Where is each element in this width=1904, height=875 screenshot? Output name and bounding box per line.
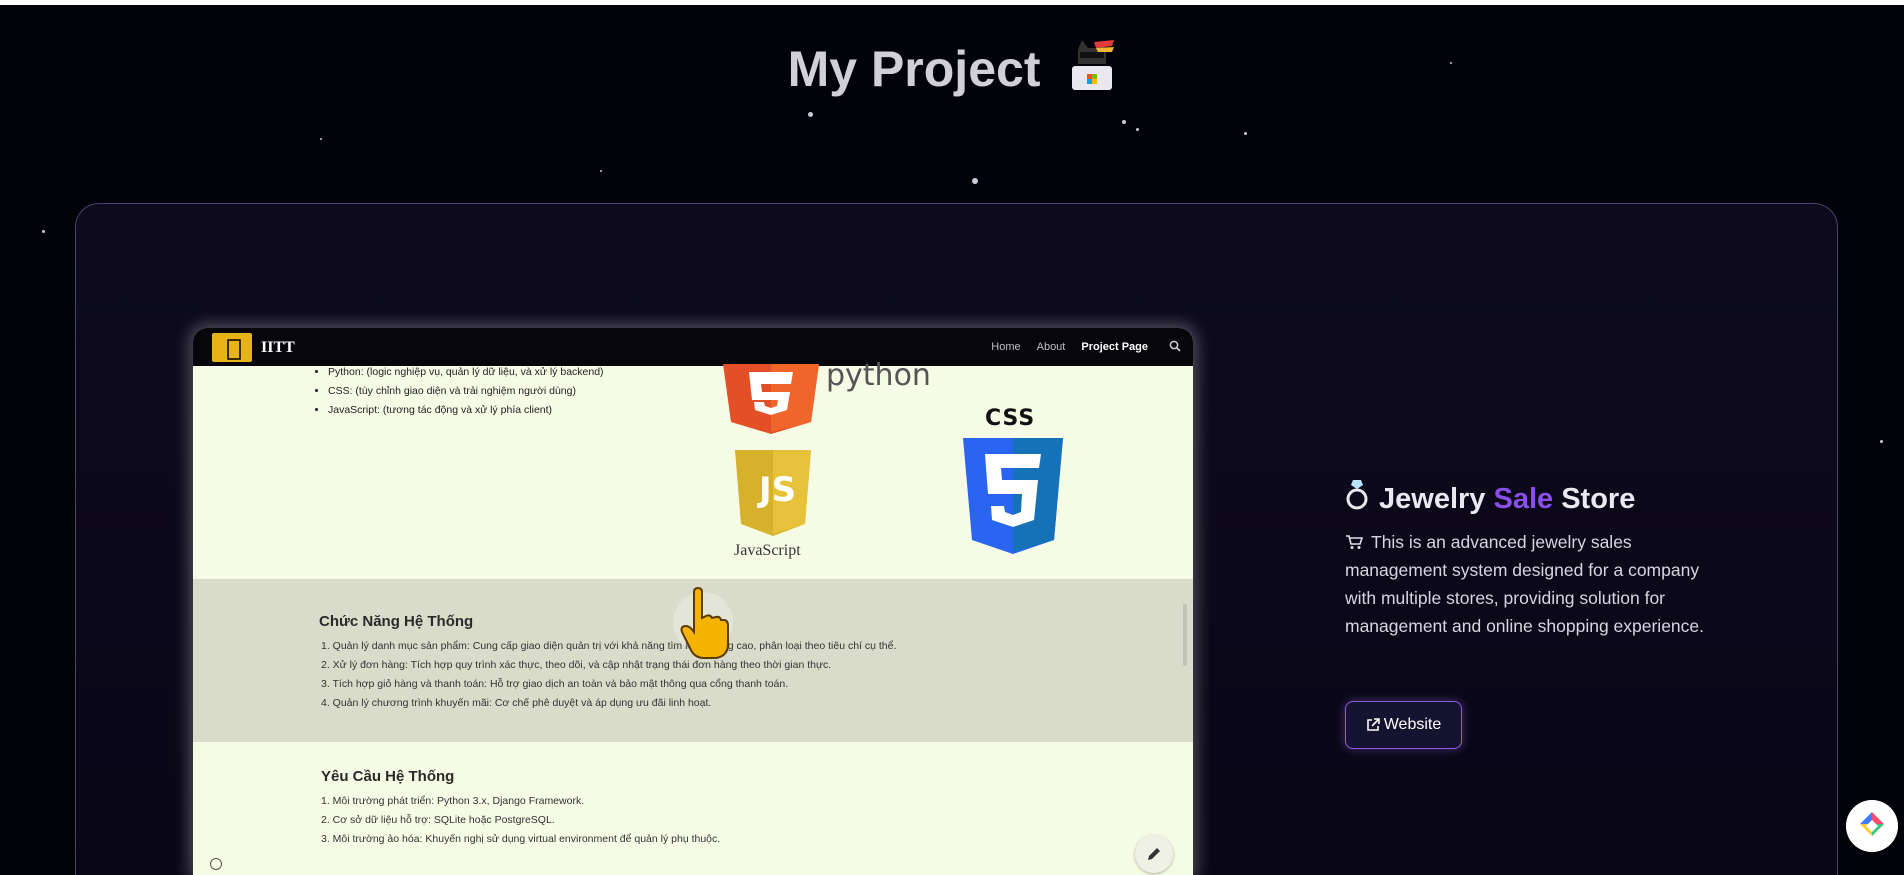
project-description: This is an advanced jewelry sales manage… — [1345, 528, 1725, 640]
features-title: Chức Năng Hệ Thống — [319, 613, 474, 630]
ring-icon — [1346, 480, 1368, 510]
info-icon[interactable] — [210, 858, 222, 870]
hacker-cat-emoji-icon — [1072, 40, 1115, 90]
color-diamond-icon[interactable] — [1846, 800, 1898, 852]
requirement-item: 2. Cơ sở dữ liệu hỗ trợ: SQLite hoặc Pos… — [321, 814, 555, 826]
external-link-icon — [1366, 718, 1380, 731]
css-logo-text: CSS — [985, 406, 1036, 431]
feature-item: 3. Tích hợp giỏ hàng và thanh toán: Hỗ t… — [321, 678, 789, 690]
project-title: Jewelry Sale Store — [1345, 478, 1725, 516]
preview-nav-links: Home About Project Page — [991, 341, 1148, 353]
project-description-text: This is an advanced jewelry sales manage… — [1345, 532, 1705, 636]
project-title-part1: Jewelry — [1379, 483, 1486, 515]
tech-list-item: CSS: (tùy chỉnh giao diện và trải nghiệm… — [328, 382, 604, 401]
preview-scrollbar[interactable] — [1183, 604, 1187, 666]
requirement-item: 1. Môi trường phát triển: Python 3.x, Dj… — [321, 795, 585, 807]
website-button[interactable]: Website — [1345, 701, 1462, 749]
feature-item: 1. Quản lý danh mục sản phẩm: Cung cấp g… — [321, 640, 897, 652]
search-icon[interactable] — [1169, 340, 1181, 352]
preview-nav-home[interactable]: Home — [991, 341, 1020, 353]
preview-logo — [212, 333, 252, 362]
pointing-hand-cursor-icon — [673, 586, 733, 659]
feature-item: 4. Quản lý chương trình khuyến mãi: Cơ c… — [321, 697, 712, 709]
requirements-list: 1. Môi trường phát triển: Python 3.x, Dj… — [321, 792, 720, 849]
top-edge-bar — [0, 0, 1904, 5]
project-info: Jewelry Sale Store This is an advanced j… — [1345, 478, 1725, 640]
feature-item: 2. Xử lý đơn hàng: Tích hợp quy trình xá… — [321, 659, 832, 671]
requirement-item: 3. Môi trường ảo hóa: Khuyến nghị sử dụn… — [321, 833, 721, 845]
preview-navbar: IITT Home About Project Page — [193, 328, 1193, 366]
preview-brand: IITT — [261, 339, 295, 356]
html5-logo — [723, 364, 819, 434]
requirements-title: Yêu Cầu Hệ Thống — [321, 768, 455, 785]
tech-list: Python: (logic nghiệp vụ, quản lý dữ liệ… — [313, 363, 604, 420]
pencil-icon[interactable] — [1135, 835, 1173, 873]
tech-list-item: JavaScript: (tương tác động và xử lý phí… — [328, 401, 604, 420]
preview-nav-project-page[interactable]: Project Page — [1081, 341, 1148, 353]
preview-nav-about[interactable]: About — [1037, 341, 1066, 353]
features-list: 1. Quản lý danh mục sản phẩm: Cung cấp g… — [321, 637, 896, 713]
page-title: My Project — [0, 38, 1904, 98]
javascript-logo-text: JavaScript — [734, 542, 801, 559]
tech-list-item: Python: (logic nghiệp vụ, quản lý dữ liệ… — [328, 363, 604, 382]
page-title-text: My Project — [787, 41, 1041, 97]
python-logo-text: python — [826, 358, 931, 393]
js-logo-text: JS — [759, 470, 797, 510]
project-title-part2: Store — [1561, 483, 1636, 515]
shopping-cart-icon — [1346, 535, 1363, 549]
css3-logo — [963, 438, 1063, 554]
website-button-label: Website — [1383, 716, 1442, 733]
project-title-highlight: Sale — [1493, 483, 1554, 515]
